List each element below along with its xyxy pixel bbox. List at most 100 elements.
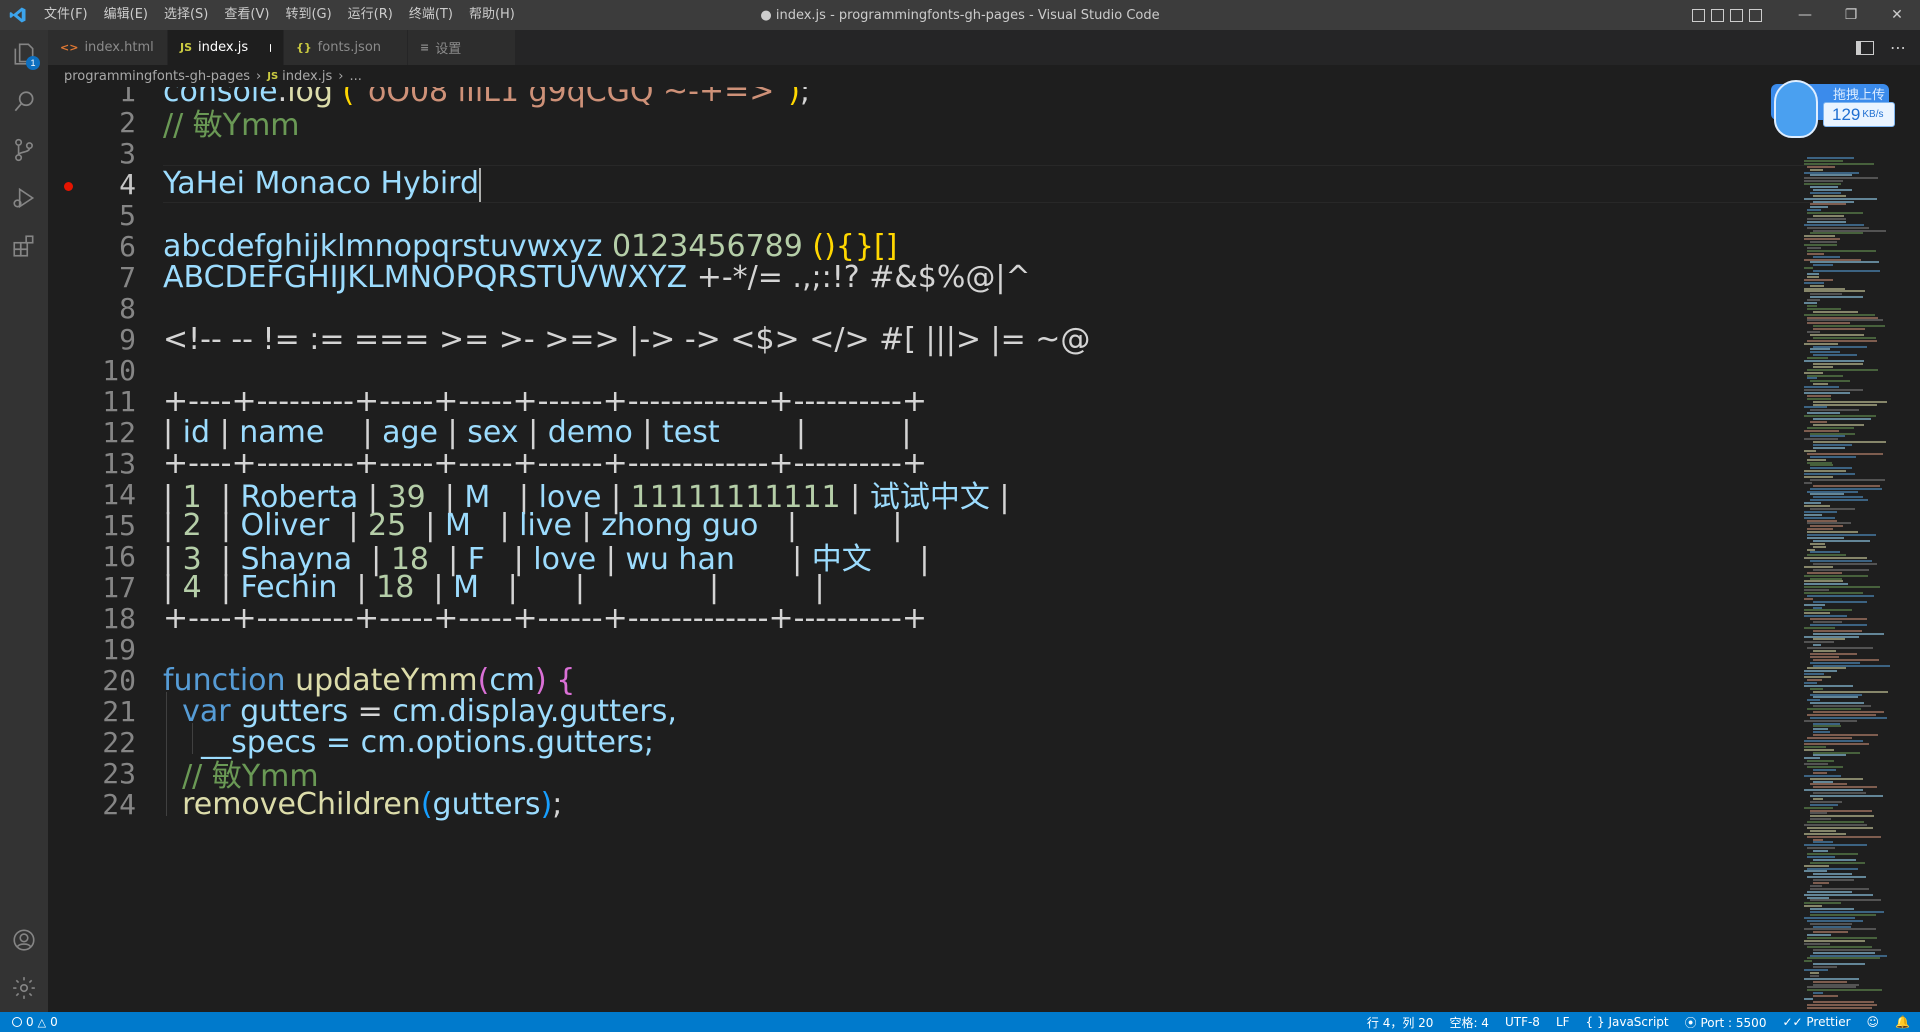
notifications-bell-icon[interactable]: 🔔 <box>1895 1015 1910 1029</box>
menu-help[interactable]: 帮助(H) <box>461 0 523 30</box>
minimap-line <box>1813 841 1834 844</box>
menu-view[interactable]: 查看(V) <box>216 0 277 30</box>
code-line[interactable]: 24 removeChildren(gutters); <box>48 785 1828 823</box>
minimap-line <box>1804 162 1874 165</box>
split-editor-icon[interactable] <box>1856 40 1874 55</box>
toggle-panel-icon[interactable] <box>1711 8 1724 22</box>
unsaved-dot-icon[interactable] <box>270 43 271 52</box>
minimap-line <box>1804 287 1846 290</box>
minimap-line <box>1810 284 1825 287</box>
minimap-line <box>1804 516 1835 519</box>
encoding[interactable]: UTF-8 <box>1505 1015 1540 1029</box>
more-actions-icon[interactable]: ⋯ <box>1890 38 1906 57</box>
code-text[interactable]: removeChildren(gutters); <box>163 787 562 822</box>
minimap-line <box>1804 684 1854 687</box>
minimap-line <box>1807 571 1842 574</box>
chevron-right-icon: › <box>338 68 344 84</box>
extensions-icon[interactable] <box>0 222 48 270</box>
breakpoint-icon[interactable] <box>64 181 73 191</box>
line-number[interactable]: 24 <box>48 788 136 821</box>
customize-layout-icon[interactable] <box>1749 8 1762 22</box>
minimap-line <box>1804 391 1850 394</box>
source-control-icon[interactable] <box>0 126 48 174</box>
minimap-line <box>1804 505 1830 507</box>
minimap-line <box>1804 267 1814 270</box>
cursor-position[interactable]: 行 4，列 20 <box>1367 1014 1434 1031</box>
minimap-line <box>1804 389 1863 391</box>
minimap-line <box>1813 194 1846 197</box>
indentation[interactable]: 空格: 4 <box>1449 1014 1489 1031</box>
minimap-line <box>1807 937 1877 940</box>
toggle-secondary-sidebar-icon[interactable] <box>1730 8 1743 22</box>
minimize-button[interactable]: — <box>1782 0 1828 30</box>
upload-widget[interactable]: 拖拽上传 129 KB/s <box>1771 80 1896 138</box>
minimap-line <box>1804 235 1835 238</box>
minimap-line <box>1810 348 1830 351</box>
editor-tab-bar: <> index.html JS index.js {} fonts.json … <box>48 30 1920 65</box>
broadcast-icon: ⦿ <box>1684 1015 1697 1030</box>
end-of-line[interactable]: LF <box>1556 1015 1570 1029</box>
explorer-icon[interactable]: 1 <box>0 30 48 78</box>
minimap-line <box>1804 415 1877 418</box>
minimap-line <box>1813 995 1839 998</box>
minimap-line <box>1804 438 1839 441</box>
minimap-line <box>1804 893 1874 896</box>
breadcrumb-more[interactable]: ... <box>349 69 361 84</box>
language-mode[interactable]: { } JavaScript <box>1586 1015 1669 1029</box>
tab-settings[interactable]: ≡ 设置 <box>408 30 516 65</box>
close-window-button[interactable]: ✕ <box>1874 0 1920 30</box>
prettier-status[interactable]: ✓✓ Prettier <box>1782 1015 1850 1029</box>
braces-icon: { } <box>1585 1015 1605 1029</box>
indent-guide <box>192 723 193 754</box>
minimap-line <box>1810 661 1860 664</box>
minimap-line <box>1804 626 1835 629</box>
minimap-line <box>1807 374 1844 377</box>
toggle-primary-sidebar-icon[interactable] <box>1692 8 1705 22</box>
manage-gear-icon[interactable] <box>0 964 48 1012</box>
restore-button[interactable]: ❐ <box>1828 0 1874 30</box>
minimap-line <box>1807 307 1842 310</box>
minimap-line <box>1813 188 1853 191</box>
minimap-line <box>1807 760 1834 763</box>
minimap-line <box>1804 641 1834 644</box>
menu-edit[interactable]: 编辑(E) <box>96 0 156 30</box>
minimap-line <box>1807 458 1826 461</box>
minimap-line <box>1807 461 1832 464</box>
run-debug-icon[interactable] <box>0 174 48 222</box>
minimap-line <box>1810 493 1844 496</box>
minimap-line <box>1807 821 1865 824</box>
minimap-line <box>1813 696 1859 699</box>
minimap-line <box>1810 795 1884 797</box>
problems-indicator[interactable]: 0 △ 0 <box>0 1015 58 1029</box>
minimap-line <box>1810 174 1853 177</box>
accounts-icon[interactable] <box>0 916 48 964</box>
menu-file[interactable]: 文件(F) <box>36 0 96 30</box>
menu-run[interactable]: 运行(R) <box>340 0 401 30</box>
tab-index-js[interactable]: JS index.js <box>168 30 284 65</box>
minimap-line <box>1804 609 1852 612</box>
tab-index-html[interactable]: <> index.html <box>48 30 168 65</box>
minimap-line <box>1813 797 1823 800</box>
tab-fonts-json[interactable]: {} fonts.json <box>284 30 408 65</box>
feedback-icon[interactable]: ☺ <box>1867 1015 1880 1029</box>
minimap-line <box>1810 702 1864 705</box>
minimap-line <box>1804 870 1827 873</box>
minimap-line <box>1804 386 1840 389</box>
minimap-line <box>1813 629 1862 632</box>
minimap-line <box>1810 232 1863 235</box>
minimap-line <box>1810 687 1824 690</box>
search-icon[interactable] <box>0 78 48 126</box>
breadcrumb-file[interactable]: index.js <box>282 69 332 84</box>
minimap-line <box>1810 922 1853 925</box>
minimap[interactable] <box>1804 87 1914 1012</box>
minimap-line <box>1804 824 1867 826</box>
minimap-line <box>1807 319 1883 322</box>
menu-selection[interactable]: 选择(S) <box>156 0 216 30</box>
menu-terminal[interactable]: 终端(T) <box>401 0 461 30</box>
menu-go[interactable]: 转到(G) <box>277 0 339 30</box>
code-editor[interactable]: 1 console.log ("oO08 iIlL1 g9qCGQ ~-+=>")… <box>48 87 1920 1012</box>
minimap-line <box>1807 331 1821 333</box>
live-server-port[interactable]: ⦿ Port : 5500 <box>1685 1014 1767 1031</box>
minimap-line <box>1813 731 1831 734</box>
breadcrumb-folder[interactable]: programmingfonts-gh-pages <box>64 69 250 84</box>
